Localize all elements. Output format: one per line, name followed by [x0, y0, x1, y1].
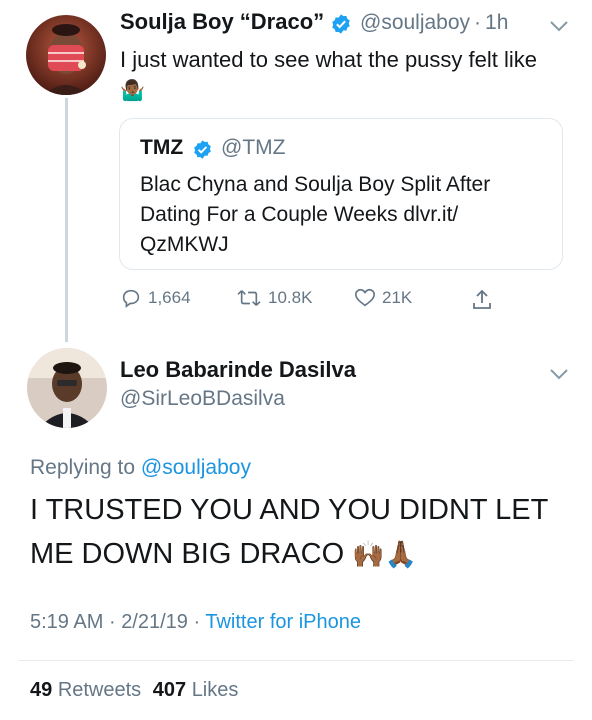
time-separator: · [474, 11, 482, 34]
handle-text: @souljaboy [360, 11, 471, 34]
replying-to: Replying to @souljaboy [30, 456, 251, 480]
retweets-count: 49 [30, 679, 53, 701]
souljaboy-avatar[interactable] [26, 15, 106, 95]
chevron-down-icon[interactable] [548, 19, 570, 33]
tweet-meta: 5:19 AM · 2/21/19 · Twitter for iPhone [30, 611, 361, 634]
replying-to-handle[interactable]: @souljaboy [141, 456, 251, 479]
reply-text-line-2: ME DOWN BIG DRACO 🙌🏾🙏🏾 [30, 538, 417, 571]
thread-line [65, 98, 68, 342]
like-button[interactable]: 21K [354, 287, 412, 309]
likes-label: Likes [191, 679, 239, 701]
retweets-stat[interactable]: 49 Retweets [30, 679, 147, 701]
engagement-stats: 49 Retweets 407 Likes [30, 679, 238, 702]
reply-author-handle[interactable]: @SirLeoBDasilva [120, 387, 285, 411]
tweet-client-link[interactable]: Twitter for iPhone [205, 611, 361, 633]
quote-text-line-1: Blac Chyna and Soulja Boy Split After [140, 173, 491, 196]
author-name[interactable]: Soulja Boy “Draco” [120, 9, 324, 35]
chevron-down-icon[interactable] [548, 367, 570, 381]
share-icon[interactable] [471, 288, 493, 310]
tweet-text: I just wanted to see what the pussy felt… [120, 47, 538, 72]
reply-count: 1,664 [148, 288, 191, 307]
meta-separator-1: · [108, 611, 116, 633]
retweet-icon [237, 290, 261, 306]
tweet-time: 1h [485, 11, 509, 34]
replying-to-label: Replying to [30, 456, 136, 479]
author-handle[interactable]: @souljaboy · 1h [360, 11, 508, 35]
retweet-count: 10.8K [268, 288, 313, 307]
divider [18, 660, 574, 661]
like-icon [355, 288, 375, 307]
meta-separator-2: · [193, 611, 201, 633]
tweet-time: 5:19 AM [30, 611, 104, 633]
reply-text-line-2-words: ME DOWN BIG DRACO [30, 538, 345, 570]
verified-badge-icon [192, 139, 213, 160]
quote-text-line-2: Dating For a Couple Weeks dlvr.it/ [140, 203, 459, 226]
quote-text-line-3: QzMKWJ [140, 233, 229, 256]
reply-icon [122, 289, 140, 308]
retweets-label: Retweets [57, 679, 142, 701]
leo-avatar[interactable] [27, 348, 107, 428]
quote-author-handle: @TMZ [221, 136, 286, 159]
reply-button[interactable]: 1,664 [120, 287, 191, 309]
likes-stat[interactable]: 407 Likes [153, 679, 239, 701]
quote-author-name: TMZ [140, 136, 184, 159]
tweet-date: 2/21/19 [121, 611, 188, 633]
verified-badge-icon [330, 13, 352, 35]
reply-author-name[interactable]: Leo Babarinde Dasilva [120, 357, 356, 383]
shrug-emoji: 🤷🏾‍♂️ [120, 80, 145, 102]
retweet-button[interactable]: 10.8K [236, 287, 312, 309]
like-count: 21K [382, 288, 413, 307]
likes-count: 407 [152, 679, 187, 701]
celebrate-emoji: 🙌🏾🙏🏾 [352, 539, 417, 569]
reply-text-line-1: I TRUSTED YOU AND YOU DIDNT LET [30, 494, 549, 526]
